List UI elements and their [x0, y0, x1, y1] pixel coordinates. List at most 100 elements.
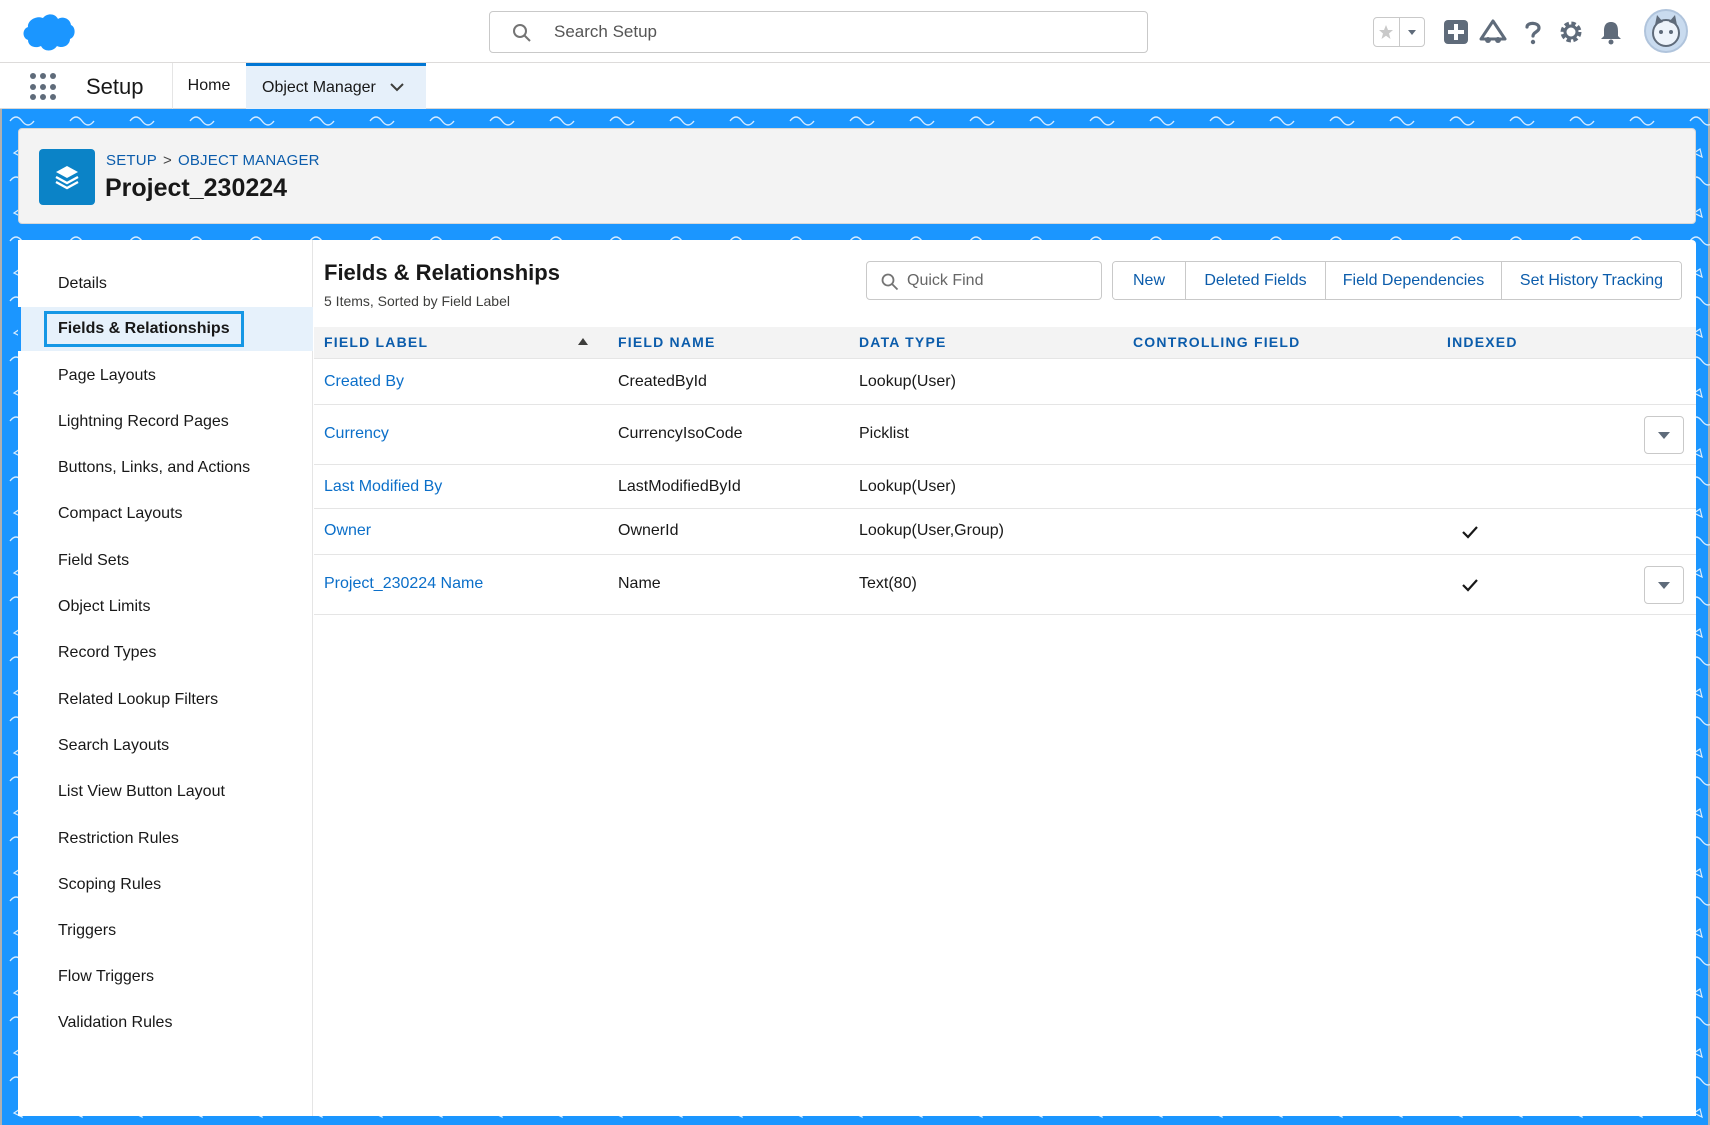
data-type: Lookup(User): [859, 478, 956, 495]
table-row: Currency CurrencyIsoCode Picklist: [314, 405, 1696, 465]
sidebar-item-field-sets[interactable]: Field Sets: [18, 539, 313, 583]
sidebar-item-label: Related Lookup Filters: [58, 691, 219, 708]
avatar[interactable]: [1644, 9, 1688, 53]
sidebar-item-label: Restriction Rules: [58, 830, 179, 847]
sidebar-item-label: Triggers: [58, 922, 117, 939]
data-type: Lookup(User,Group): [859, 522, 1004, 539]
data-type: Text(80): [859, 575, 917, 592]
sidebar-item-label: Flow Triggers: [58, 968, 155, 985]
field-name: Name: [618, 575, 661, 592]
column-header-field-name[interactable]: FIELD NAME: [618, 334, 716, 350]
section-title: Fields & Relationships: [324, 260, 560, 285]
sidebar-item-label: Record Types: [58, 644, 157, 661]
table-row: Last Modified By LastModifiedById Lookup…: [314, 465, 1696, 509]
table-row: Created By CreatedById Lookup(User): [314, 360, 1696, 405]
field-name: CurrencyIsoCode: [618, 425, 743, 442]
field-label-link[interactable]: Owner: [324, 522, 371, 540]
column-header-field-label[interactable]: FIELD LABEL: [324, 334, 428, 350]
field-label-link[interactable]: Created By: [324, 373, 404, 391]
breadcrumb-object-manager[interactable]: OBJECT MANAGER: [178, 152, 320, 169]
sidebar-item-fields-relationships[interactable]: Fields & Relationships: [18, 307, 313, 351]
deleted-fields-button[interactable]: Deleted Fields: [1185, 262, 1325, 299]
sidebar-item-compact-layouts[interactable]: Compact Layouts: [18, 492, 313, 536]
field-label-link[interactable]: Last Modified By: [324, 478, 442, 496]
checkmark-icon: [1461, 576, 1479, 594]
object-header: SETUP > OBJECT MANAGER Project_230224: [18, 128, 1696, 224]
favorites-group: [1373, 17, 1425, 47]
stack-icon: [39, 149, 95, 205]
add-icon[interactable]: [1442, 18, 1470, 46]
app-name: Setup: [86, 74, 144, 99]
star-icon[interactable]: [1374, 18, 1399, 46]
sidebar-item-label: Compact Layouts: [58, 505, 183, 522]
search-setup-input[interactable]: [554, 20, 1114, 44]
sidebar-item-label: Object Limits: [58, 598, 151, 615]
field-dependencies-button[interactable]: Field Dependencies: [1325, 262, 1501, 299]
sidebar-item-list-view-button-layout[interactable]: List View Button Layout: [18, 770, 313, 814]
sidebar-item-object-limits[interactable]: Object Limits: [18, 585, 313, 629]
row-actions-dropdown[interactable]: [1644, 416, 1684, 454]
data-type: Picklist: [859, 425, 909, 442]
sidebar-item-details[interactable]: Details: [18, 262, 313, 306]
data-type: Lookup(User): [859, 373, 956, 390]
sidebar-item-label: List View Button Layout: [58, 783, 225, 800]
salesforce-cloud-logo[interactable]: [20, 12, 76, 52]
sidebar-item-flow-triggers[interactable]: Flow Triggers: [18, 955, 313, 999]
sidebar-item-related-lookup-filters[interactable]: Related Lookup Filters: [18, 678, 313, 722]
column-header-controlling-field[interactable]: CONTROLLING FIELD: [1133, 334, 1300, 350]
column-header-data-type[interactable]: DATA TYPE: [859, 334, 947, 350]
search-setup-box[interactable]: [489, 11, 1148, 53]
sidebar-item-label: Buttons, Links, and Actions: [58, 459, 251, 476]
global-header: [0, 0, 1710, 63]
sidebar-item-label: Fields & Relationships: [44, 311, 244, 347]
main-panel: Details Fields & Relationships Page Layo…: [18, 240, 1696, 1116]
sidebar-item-restriction-rules[interactable]: Restriction Rules: [18, 817, 313, 861]
trailhead-icon[interactable]: [1479, 18, 1507, 46]
row-actions-dropdown[interactable]: [1644, 566, 1684, 604]
fields-content: Fields & Relationships 5 Items, Sorted b…: [314, 240, 1696, 1116]
sidebar-item-validation-rules[interactable]: Validation Rules: [18, 1001, 313, 1045]
sidebar-item-page-layouts[interactable]: Page Layouts: [18, 354, 313, 398]
column-header-indexed[interactable]: INDEXED: [1447, 334, 1518, 350]
app-launcher-icon[interactable]: [30, 73, 58, 101]
set-history-tracking-button[interactable]: Set History Tracking: [1501, 262, 1681, 299]
table-row: Project_230224 Name Name Text(80): [314, 555, 1696, 615]
app-nav-bar: Setup Home Object Manager: [0, 63, 1710, 109]
bell-icon[interactable]: [1597, 18, 1625, 46]
field-name: LastModifiedById: [618, 478, 741, 495]
sidebar-item-label: Details: [58, 275, 107, 292]
sidebar-item-label: Field Sets: [58, 552, 130, 569]
action-button-group: New Deleted Fields Field Dependencies Se…: [1112, 261, 1682, 300]
quick-find-input[interactable]: [907, 270, 1087, 292]
new-button[interactable]: New: [1113, 262, 1185, 299]
tab-object-manager[interactable]: Object Manager: [246, 63, 426, 109]
checkmark-icon: [1461, 523, 1479, 541]
breadcrumb-separator: >: [163, 152, 172, 169]
sidebar-item-label: Search Layouts: [58, 737, 170, 754]
sidebar-item-record-types[interactable]: Record Types: [18, 631, 313, 675]
sidebar-item-label: Scoping Rules: [58, 876, 162, 893]
chevron-down-icon: [1658, 581, 1670, 589]
sidebar-item-buttons-links-actions[interactable]: Buttons, Links, and Actions: [18, 446, 313, 490]
sort-ascending-icon[interactable]: [578, 338, 588, 345]
sidebar-item-label: Page Layouts: [58, 367, 156, 384]
sidebar-item-scoping-rules[interactable]: Scoping Rules: [18, 863, 313, 907]
breadcrumb-setup[interactable]: SETUP: [106, 152, 157, 169]
tab-object-manager-label: Object Manager: [262, 78, 376, 96]
table-row: Owner OwnerId Lookup(User,Group): [314, 509, 1696, 555]
field-name: OwnerId: [618, 522, 679, 539]
gear-icon[interactable]: [1557, 18, 1585, 46]
field-name: CreatedById: [618, 373, 707, 390]
help-icon[interactable]: [1519, 18, 1547, 46]
sidebar-item-lightning-record-pages[interactable]: Lightning Record Pages: [18, 400, 313, 444]
chevron-down-icon[interactable]: [390, 79, 404, 97]
sidebar-item-triggers[interactable]: Triggers: [18, 909, 313, 953]
quick-find-box[interactable]: [866, 261, 1102, 300]
sidebar-item-search-layouts[interactable]: Search Layouts: [18, 724, 313, 768]
table-header: FIELD LABEL FIELD NAME DATA TYPE CONTROL…: [314, 327, 1696, 359]
sidebar: Details Fields & Relationships Page Layo…: [18, 240, 313, 1116]
field-label-link[interactable]: Project_230224 Name: [324, 575, 483, 593]
field-label-link[interactable]: Currency: [324, 425, 389, 443]
chevron-down-icon[interactable]: [1398, 18, 1424, 46]
tab-home[interactable]: Home: [172, 63, 246, 109]
